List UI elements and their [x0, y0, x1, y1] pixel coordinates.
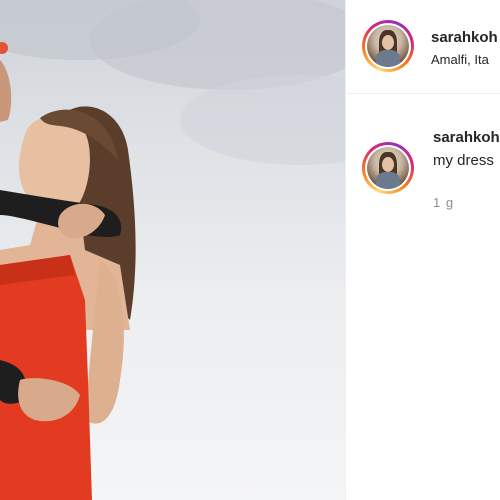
avatar-icon [367, 25, 409, 67]
location-link[interactable]: Amalfi, Ita [431, 52, 489, 67]
post-header: sarahkoh Amalfi, Ita [346, 0, 500, 94]
timestamp-link[interactable]: 1 g [433, 195, 454, 210]
comment-username-link[interactable]: sarahkoh [433, 129, 500, 146]
photo-couple-icon [0, 0, 345, 500]
story-avatar[interactable] [362, 20, 414, 72]
header-username-link[interactable]: sarahkoh [431, 29, 498, 46]
post-sidebar: sarahkoh Amalfi, Ita sarahkoh my dress 1… [345, 0, 500, 500]
caption-text: my dress [433, 152, 494, 169]
post-photo[interactable] [0, 0, 345, 500]
comment-avatar[interactable] [362, 142, 414, 194]
avatar-icon [367, 147, 409, 189]
